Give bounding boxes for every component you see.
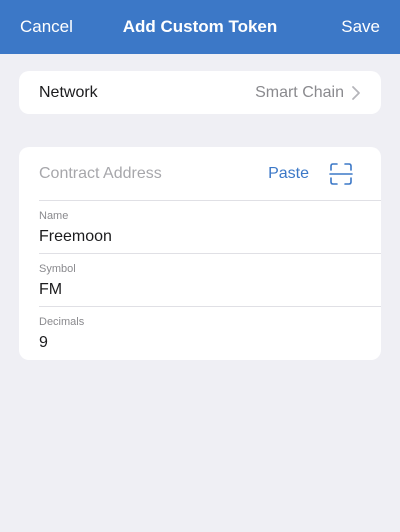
name-label: Name — [39, 210, 69, 222]
name-field[interactable]: Name Freemoon — [19, 201, 381, 254]
name-value[interactable]: Freemoon — [39, 227, 112, 247]
network-selector[interactable]: Network Smart Chain — [19, 71, 381, 114]
chevron-right-icon — [352, 86, 360, 100]
decimals-value[interactable]: 9 — [39, 333, 48, 353]
symbol-label: Symbol — [39, 263, 76, 275]
contract-address-input[interactable]: Contract Address — [39, 164, 162, 184]
network-value: Smart Chain — [255, 84, 344, 101]
symbol-field[interactable]: Symbol FM — [19, 254, 381, 307]
page-title: Add Custom Token — [122, 17, 278, 36]
decimals-field[interactable]: Decimals 9 — [19, 307, 381, 360]
decimals-label: Decimals — [39, 316, 85, 328]
network-label: Network — [39, 84, 98, 101]
qr-scan-icon[interactable] — [329, 162, 353, 186]
save-button[interactable]: Save — [341, 17, 380, 37]
symbol-value[interactable]: FM — [39, 280, 62, 300]
token-form: Contract Address Paste Name Freemoon Sym… — [19, 147, 381, 360]
paste-button[interactable]: Paste — [268, 164, 309, 184]
navigation-bar: Cancel Add Custom Token Save — [0, 0, 400, 54]
contract-address-row: Contract Address Paste — [19, 147, 381, 200]
